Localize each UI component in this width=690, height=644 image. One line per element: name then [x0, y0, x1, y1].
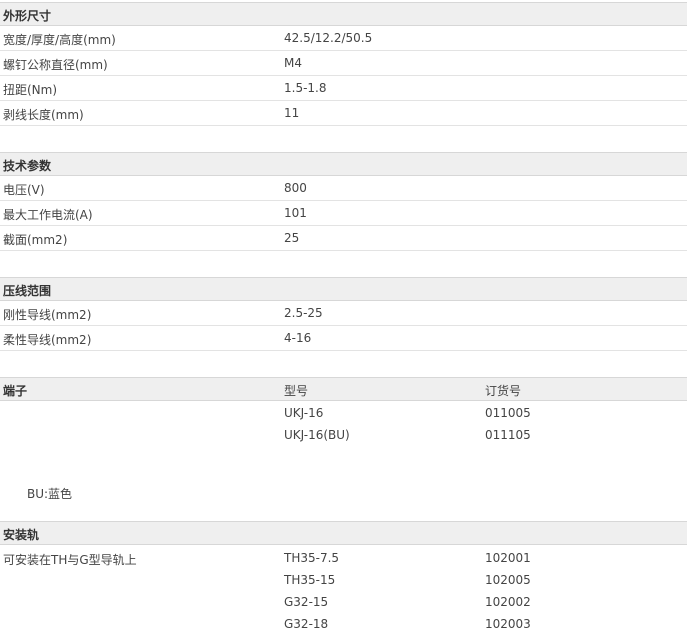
spec-value: 101: [284, 206, 307, 220]
spec-row: 刚性导线(mm2) 2.5-25: [0, 301, 687, 326]
section-title: 安装轨: [3, 528, 40, 542]
spec-row: 最大工作电流(A) 101: [0, 201, 687, 226]
spec-label: 电压(V): [3, 183, 45, 197]
spec-value: M4: [284, 56, 302, 70]
spec-value: 2.5-25: [284, 306, 323, 320]
rail-model: G32-18: [284, 617, 329, 631]
rail-model: TH35-15: [284, 573, 336, 587]
spec-label: 柔性导线(mm2): [3, 333, 92, 347]
section-header-dimensions: 外形尺寸: [0, 2, 687, 26]
spec-label: 剥线长度(mm): [3, 108, 84, 122]
spec-label: 截面(mm2): [3, 233, 68, 247]
section-header-terminal: 端子 型号 订货号: [0, 377, 687, 401]
section-header-rail: 安装轨: [0, 521, 687, 545]
spec-value: 800: [284, 181, 307, 195]
spec-row: 剥线长度(mm) 11: [0, 101, 687, 126]
terminal-order-number: 011005: [485, 406, 531, 420]
rail-order-number: 102005: [485, 573, 531, 587]
terminal-model: UKJ-16(BU): [284, 428, 350, 442]
section-header-crimp: 压线范围: [0, 277, 687, 301]
spec-value: 42.5/12.2/50.5: [284, 31, 373, 45]
spec-value: 25: [284, 231, 300, 245]
rail-order-number: 102001: [485, 551, 531, 565]
column-header-order: 订货号: [485, 384, 522, 398]
rail-order-number: 102002: [485, 595, 531, 609]
spec-label: 刚性导线(mm2): [3, 308, 92, 322]
spec-row: 柔性导线(mm2) 4-16: [0, 326, 687, 351]
section-title: 外形尺寸: [3, 9, 52, 23]
section-header-tech: 技术参数: [0, 152, 687, 176]
section-title: 技术参数: [3, 159, 52, 173]
section-title: 端子: [3, 384, 28, 398]
column-header-model: 型号: [284, 384, 309, 398]
rail-model: G32-15: [284, 595, 329, 609]
spec-row: 螺钉公称直径(mm) M4: [0, 51, 687, 76]
rail-order-number: 102003: [485, 617, 531, 631]
spec-row: 扭距(Nm) 1.5-1.8: [0, 76, 687, 101]
spec-row: 截面(mm2) 25: [0, 226, 687, 251]
spec-value: 1.5-1.8: [284, 81, 327, 95]
spec-label: 扭距(Nm): [3, 83, 58, 97]
spec-label: 宽度/厚度/高度(mm): [3, 33, 116, 47]
terminal-model: UKJ-16: [284, 406, 324, 420]
section-title: 压线范围: [3, 284, 52, 298]
terminal-order-number: 011105: [485, 428, 531, 442]
color-note: BU:蓝色: [27, 487, 73, 501]
spec-label: 最大工作电流(A): [3, 208, 93, 222]
rail-description: 可安装在TH与G型导轨上: [3, 553, 137, 567]
spec-value: 11: [284, 106, 300, 120]
spec-row: 宽度/厚度/高度(mm) 42.5/12.2/50.5: [0, 26, 687, 51]
spec-label: 螺钉公称直径(mm): [3, 58, 108, 72]
rail-model: TH35-7.5: [284, 551, 340, 565]
spec-value: 4-16: [284, 331, 312, 345]
spec-row: 电压(V) 800: [0, 176, 687, 201]
